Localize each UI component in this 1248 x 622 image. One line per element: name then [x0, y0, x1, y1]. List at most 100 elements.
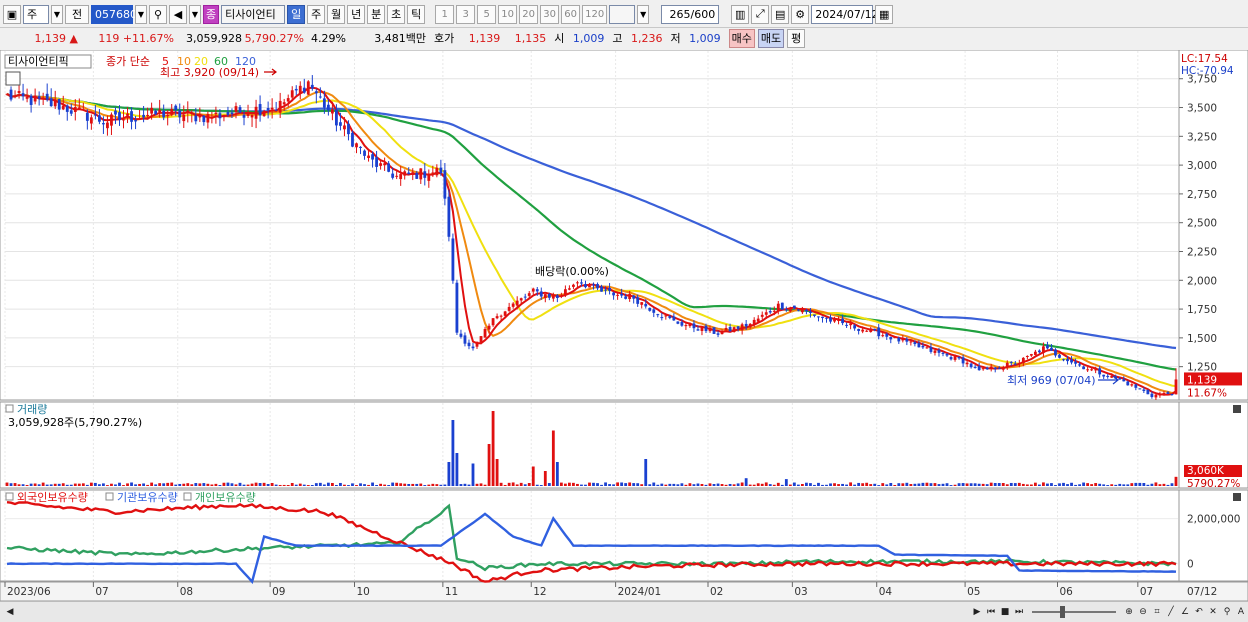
x-tick-label: 02	[710, 586, 723, 598]
candle-body	[929, 347, 933, 352]
fib-icon[interactable]: ∠	[1178, 605, 1192, 619]
candle-body	[576, 282, 579, 284]
tab-year[interactable]: 년	[347, 4, 366, 24]
volume-bar	[294, 484, 298, 486]
interval-dropdown[interactable]: ▼	[637, 4, 650, 24]
stop-icon[interactable]: ■	[998, 605, 1012, 619]
volume-bar	[813, 484, 816, 486]
candle-body	[399, 174, 403, 180]
volume-bar	[596, 483, 599, 486]
candle-body	[214, 112, 218, 115]
volume-bar	[282, 484, 286, 486]
tab-month[interactable]: 월	[327, 4, 346, 24]
volume-bar	[933, 483, 937, 486]
delete-icon[interactable]: ✕	[1206, 605, 1220, 619]
date-input[interactable]: 2024/07/12	[811, 4, 879, 24]
interval-30[interactable]: 30	[540, 4, 560, 24]
save-icon[interactable]: ▤	[771, 4, 790, 24]
interval-120[interactable]: 120	[582, 4, 608, 24]
candle-body	[776, 303, 780, 312]
prev-button[interactable]: 전	[65, 4, 89, 24]
volume-summary: 3,059,928주(5,790.27%)	[8, 416, 142, 429]
tab-week[interactable]: 주	[307, 4, 326, 24]
chart-area[interactable]: 3,750 3,500 3,250 3,000 2,750 2,500 2,250 2,000…	[0, 50, 1248, 602]
interval-5[interactable]: 5	[477, 4, 497, 24]
period-unit-select[interactable]: 주	[23, 4, 49, 24]
candle-body	[154, 110, 158, 115]
speaker-icon[interactable]: ◀	[169, 4, 187, 24]
interval-3[interactable]: 3	[456, 4, 476, 24]
min-annotation: 최저 969 (07/04)	[1007, 374, 1096, 387]
candle-body	[535, 289, 539, 292]
interval-60[interactable]: 60	[561, 4, 581, 24]
candle-body	[809, 311, 812, 313]
sell-button[interactable]: 매도	[757, 28, 785, 48]
scroll-right-icon[interactable]: ▶	[970, 605, 984, 619]
tab-day[interactable]: 일	[287, 4, 306, 24]
candle-body	[1078, 364, 1081, 366]
interval-20[interactable]: 20	[519, 4, 539, 24]
tab-second[interactable]: 초	[387, 4, 406, 24]
candle-body	[178, 110, 182, 118]
last-page-icon[interactable]: ⏭	[1012, 605, 1026, 619]
volume-bar	[547, 483, 551, 486]
candle-body	[961, 357, 965, 364]
volume-bar	[347, 485, 350, 486]
candle-body	[981, 368, 985, 370]
volume-bar	[114, 484, 117, 486]
volume-bar	[471, 463, 475, 486]
zoom-slider[interactable]	[1032, 606, 1116, 618]
zoom-in-icon[interactable]: ⊕	[1122, 605, 1136, 619]
volume-bar	[744, 478, 748, 486]
volume-bar	[901, 483, 905, 486]
candle-body	[523, 296, 527, 298]
period-unit-dropdown[interactable]: ▼	[51, 4, 63, 24]
tab-tick[interactable]: 틱	[407, 4, 426, 24]
tab-minute[interactable]: 분	[367, 4, 386, 24]
volume-bar	[359, 483, 362, 486]
candle-body	[680, 322, 684, 326]
speaker-dropdown[interactable]: ▼	[189, 4, 201, 24]
volume-bar	[632, 483, 636, 486]
interval-1[interactable]: 1	[435, 4, 455, 24]
volume-bar	[1038, 484, 1041, 486]
interval-10[interactable]: 10	[498, 4, 518, 24]
panel-2	[0, 401, 1180, 489]
first-page-icon[interactable]: ⏮	[984, 605, 998, 619]
candle-body	[431, 172, 435, 174]
volume-bar	[704, 484, 708, 486]
candle-body	[985, 367, 989, 370]
gear-icon[interactable]: ⚙	[791, 4, 810, 24]
zoom-slider-handle[interactable]	[1060, 606, 1065, 618]
volume-bar	[77, 483, 81, 486]
line-tool-icon[interactable]: ╱	[1164, 605, 1178, 619]
count-field[interactable]: 265/600	[661, 4, 720, 24]
zoom-icon[interactable]: ⤢	[751, 4, 770, 24]
volume-bar	[447, 462, 451, 486]
search-icon[interactable]: ⚲	[149, 4, 167, 24]
bar-chart-icon[interactable]: ▥	[731, 4, 750, 24]
scroll-left-icon[interactable]: ◀	[3, 605, 17, 619]
stock-code-input[interactable]: 057680	[91, 4, 137, 24]
stock-code-dropdown[interactable]: ▼	[135, 4, 147, 24]
undo-icon[interactable]: ↶	[1192, 605, 1206, 619]
lc-label: LC:17.54	[1181, 53, 1228, 65]
candle-body	[736, 326, 740, 329]
chart-scrollbar[interactable]: ◀ ▶ ⏮ ■ ⏭ ⊕ ⊖ ⌗ ╱ ∠ ↶ ✕ ⚲ A	[0, 601, 1248, 622]
interval-custom-input[interactable]	[609, 4, 636, 24]
search-icon[interactable]: ⚲	[1220, 605, 1234, 619]
volume-bar	[198, 483, 202, 486]
candle	[676, 321, 680, 325]
volume-bar	[909, 484, 913, 486]
calendar-icon[interactable]: ▦	[875, 4, 894, 24]
eval-button[interactable]: 평	[787, 28, 806, 48]
volume-bar	[664, 484, 668, 486]
buy-button[interactable]: 매수	[728, 28, 755, 48]
zoom-out-icon[interactable]: ⊖	[1136, 605, 1150, 619]
volume-bar	[969, 483, 973, 486]
chart-window-icon[interactable]: ▣	[3, 4, 21, 24]
text-icon[interactable]: A	[1234, 605, 1248, 619]
stock-chart-svg[interactable]: 3,7503,5003,2503,0002,7502,5002,2502,000…	[0, 50, 1248, 602]
candle-body	[411, 172, 415, 175]
ruler-icon[interactable]: ⌗	[1150, 605, 1164, 619]
